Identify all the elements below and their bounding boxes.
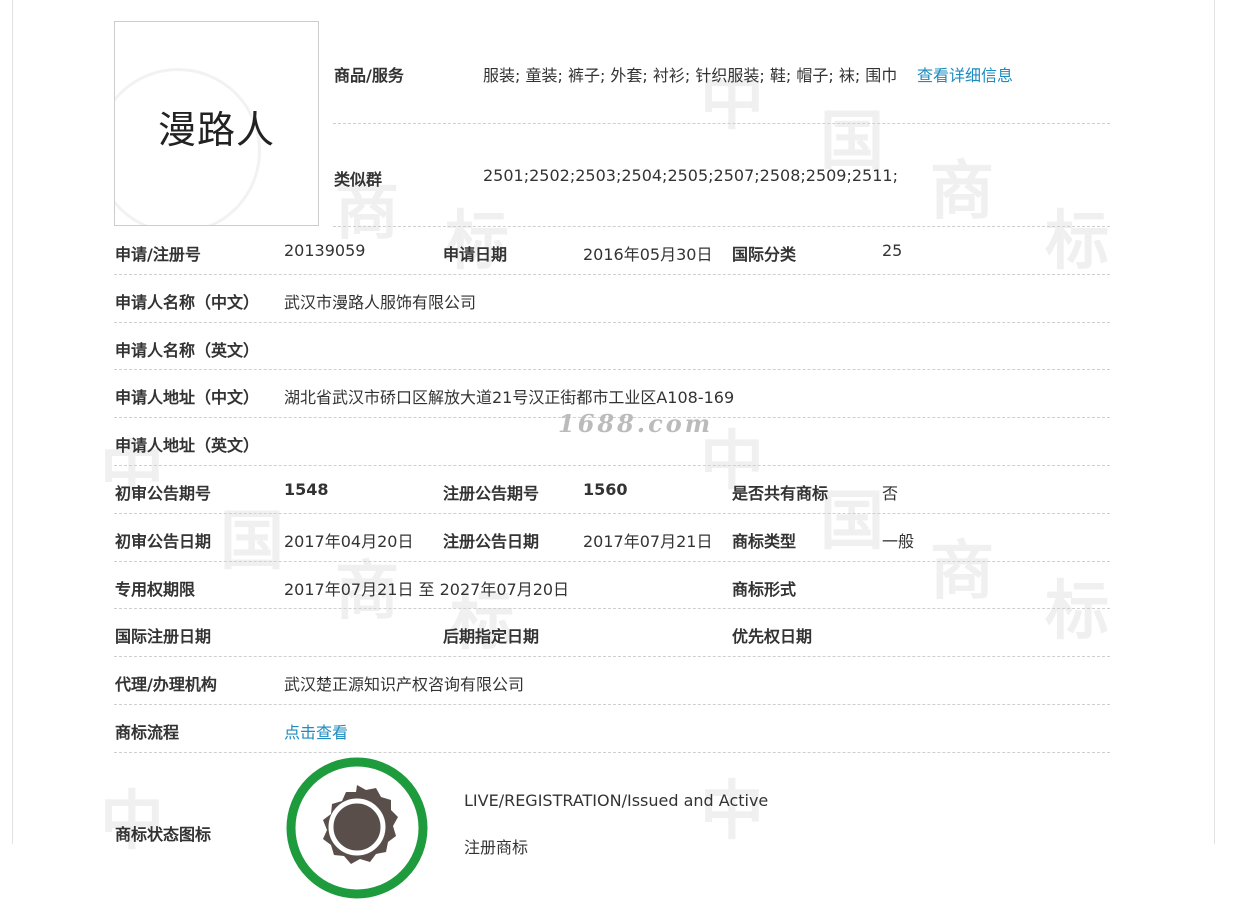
row-divider (114, 656, 1110, 657)
reg-pub-date-value: 2017年07月21日 (583, 532, 713, 551)
watermark-char: 标 (1045, 575, 1109, 649)
status-en-text: LIVE/REGISTRATION/Issued and Active (464, 791, 769, 810)
intl-reg-date-label: 国际注册日期 (115, 627, 212, 646)
row-divider (114, 513, 1110, 514)
row-divider (333, 123, 1110, 124)
agency-label: 代理/办理机构 (115, 675, 217, 694)
prelim-pub-date-value: 2017年04月20日 (284, 532, 414, 551)
row-divider (114, 465, 1110, 466)
intl-class-label: 国际分类 (732, 245, 797, 264)
tm-type-label: 商标类型 (732, 532, 797, 551)
reg-pub-no-value: 1560 (583, 480, 628, 499)
trademark-image: 漫路人 (114, 21, 319, 226)
watermark-char: 国 (820, 485, 884, 559)
watermark-char: 中 (700, 775, 764, 849)
address-en-label: 申请人地址（英文） (115, 436, 260, 455)
applicant-cn-value: 武汉市漫路人服饰有限公司 (284, 293, 477, 312)
row-divider (114, 752, 1110, 753)
later-designation-label: 后期指定日期 (443, 627, 540, 646)
status-cn-text: 注册商标 (464, 838, 529, 857)
similar-group-value: 2501;2502;2503;2504;2505;2507;2508;2509;… (483, 166, 898, 185)
watermark-char: 国 (820, 105, 884, 179)
goods-value: 服装; 童装; 裤子; 外套; 衬衫; 针织服装; 鞋; 帽子; 袜; 围巾 (483, 66, 898, 85)
watermark-char: 商 (930, 535, 994, 609)
priority-date-label: 优先权日期 (732, 627, 813, 646)
row-divider (114, 608, 1110, 609)
process-label: 商标流程 (115, 723, 180, 742)
prelim-pub-no-label: 初审公告期号 (115, 484, 212, 503)
row-divider (114, 322, 1110, 323)
process-view-link[interactable]: 点击查看 (284, 719, 348, 743)
registered-status-icon (286, 757, 428, 899)
exclusive-period-value: 2017年07月21日 至 2027年07月20日 (284, 580, 570, 599)
row-divider (114, 704, 1110, 705)
tm-type-value: 一般 (882, 532, 915, 551)
watermark-char: 国 (220, 505, 284, 579)
row-divider (114, 369, 1110, 370)
status-icon-label: 商标状态图标 (115, 825, 212, 844)
prelim-pub-no-value: 1548 (284, 480, 329, 499)
address-cn-value: 湖北省武汉市硚口区解放大道21号汉正街都市工业区A108-169 (284, 388, 735, 407)
row-divider (114, 274, 1110, 275)
shared-mark-label: 是否共有商标 (732, 484, 829, 503)
prelim-pub-date-label: 初审公告日期 (115, 532, 212, 551)
reg-pub-date-label: 注册公告日期 (443, 532, 540, 551)
shared-mark-value: 否 (882, 484, 899, 503)
row-divider (114, 561, 1110, 562)
apply-date-label: 申请日期 (443, 245, 508, 264)
row-divider (333, 226, 1110, 227)
trademark-logo-text: 漫路人 (157, 108, 275, 152)
reg-no-label: 申请/注册号 (115, 245, 201, 264)
address-cn-label: 申请人地址（中文） (115, 388, 260, 407)
page-frame-left (12, 0, 13, 844)
reg-no-value: 20139059 (284, 241, 366, 260)
watermark-char: 商 (930, 155, 994, 229)
intl-class-value: 25 (882, 241, 903, 260)
agency-value: 武汉楚正源知识产权咨询有限公司 (284, 675, 525, 694)
apply-date-value: 2016年05月30日 (583, 245, 713, 264)
similar-group-label: 类似群 (334, 170, 383, 189)
exclusive-period-label: 专用权期限 (115, 580, 196, 599)
view-details-link[interactable]: 查看详细信息 (917, 62, 1013, 86)
page-frame-right (1214, 0, 1215, 844)
tm-form-label: 商标形式 (732, 580, 797, 599)
applicant-cn-label: 申请人名称（中文） (115, 293, 260, 312)
applicant-en-label: 申请人名称（英文） (115, 341, 260, 360)
reg-pub-no-label: 注册公告期号 (443, 484, 540, 503)
goods-label: 商品/服务 (334, 66, 404, 85)
site-watermark: 1688.com (558, 409, 714, 438)
watermark-char: 标 (1045, 205, 1109, 279)
